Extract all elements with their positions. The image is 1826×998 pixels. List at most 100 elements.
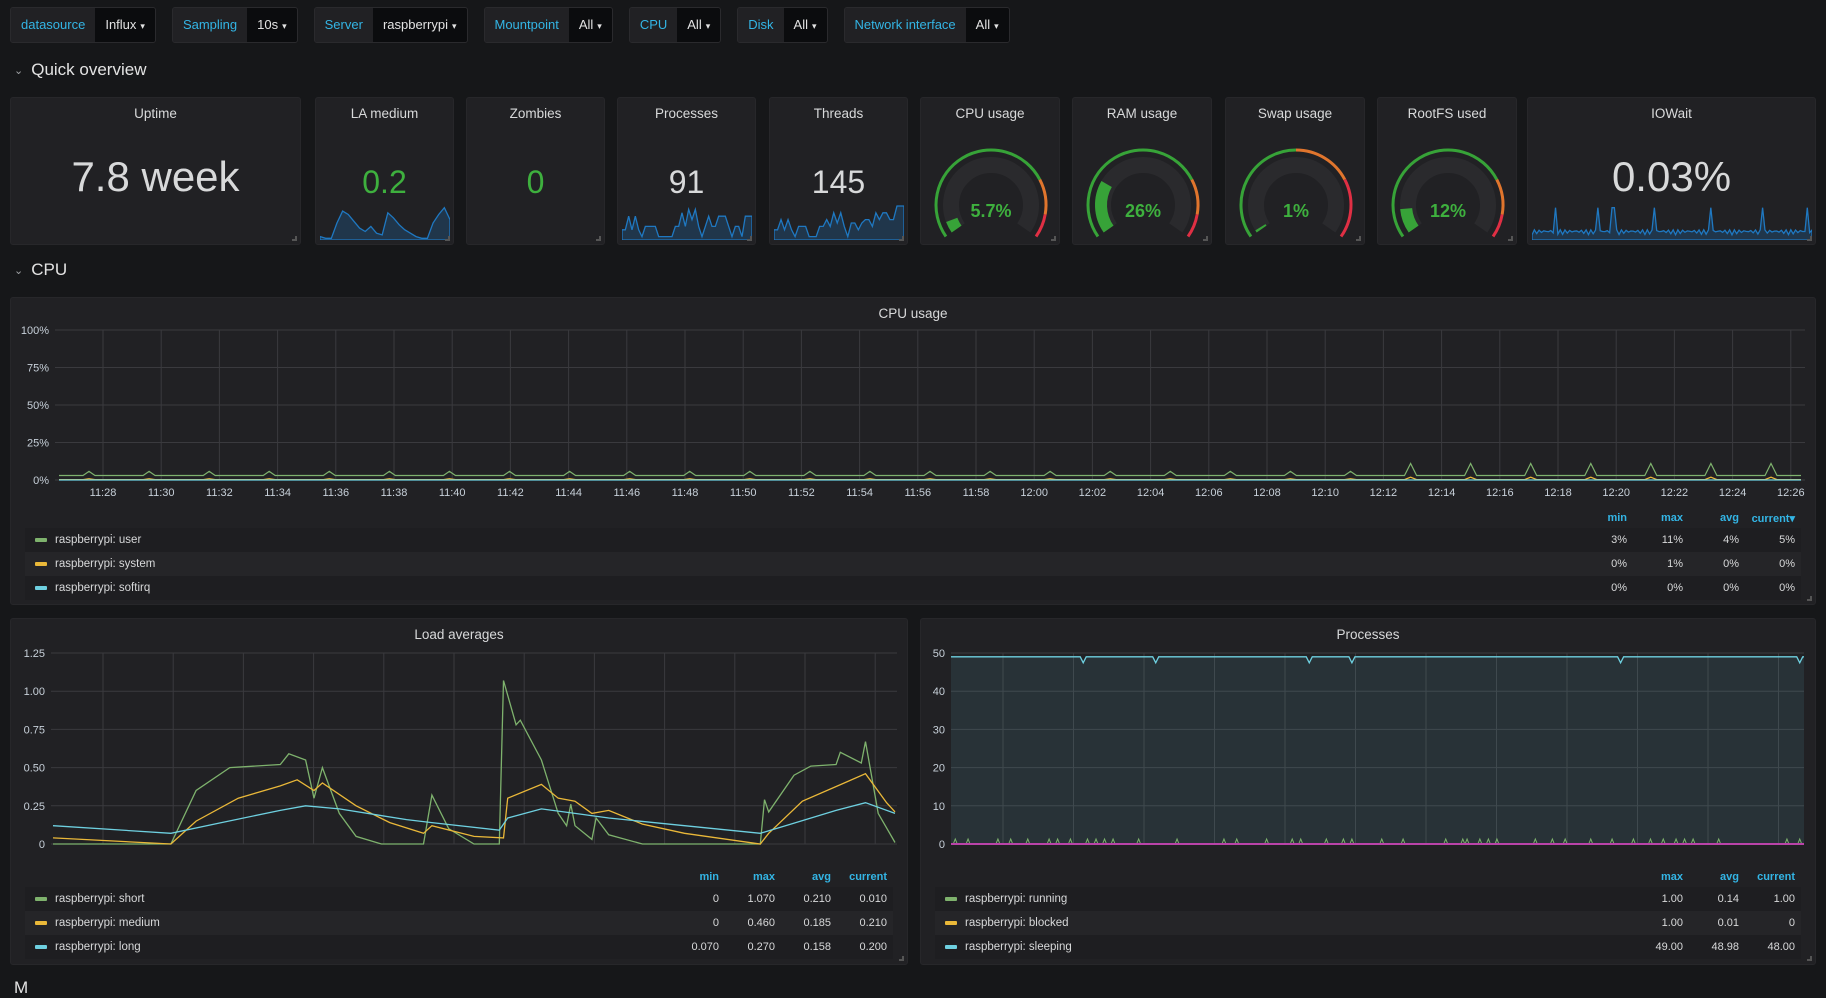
series-color-swatch[interactable] (35, 921, 47, 925)
gauge: 1% (1239, 148, 1353, 238)
row-title: Quick overview (31, 60, 147, 79)
series-name[interactable]: raspberrypi: running (965, 893, 1633, 905)
legend-row[interactable]: raspberrypi: sleeping 49.00 48.98 48.00 (935, 935, 1801, 959)
legend-row[interactable]: raspberrypi: softirq 0% 0% 0% 0% (25, 576, 1801, 600)
y-tick-label: 0% (33, 475, 49, 487)
resize-handle[interactable] (1807, 956, 1812, 961)
series-name[interactable]: raspberrypi: long (55, 941, 669, 953)
legend-value: 1.070 (747, 893, 775, 905)
variable-datasource: datasource Influx ▾ (10, 7, 156, 43)
legend-row[interactable]: raspberrypi: system 0% 1% 0% 0% (25, 552, 1801, 576)
resize-handle[interactable] (1807, 596, 1812, 601)
legend-column-avg[interactable]: avg (781, 871, 837, 883)
legend-column-min[interactable]: min (1577, 512, 1633, 524)
variable-disk: Disk All ▾ (737, 7, 828, 43)
legend-column-current[interactable]: current▾ (1745, 512, 1801, 525)
chevron-down-icon: ⌄ (14, 64, 24, 77)
stat-value: 0.03% (1611, 153, 1732, 200)
caret-down-icon: ▾ (705, 21, 711, 31)
legend-row[interactable]: raspberrypi: short 0 1.070 0.210 0.010 (25, 887, 893, 911)
legend-column-max[interactable]: max (1633, 871, 1689, 883)
variable-dropdown[interactable]: raspberrypi ▾ (372, 8, 467, 42)
series-color-swatch[interactable] (35, 586, 47, 590)
sparkline (774, 205, 904, 240)
chart-legend: max avg current raspberrypi: running 1.00 0.1… (935, 867, 1801, 959)
variable-label: Sampling (172, 8, 248, 42)
x-tick-label: 11:45 (1201, 851, 1228, 852)
series-name[interactable]: raspberrypi: sleeping (965, 941, 1633, 953)
legend-column-avg[interactable]: avg (1689, 512, 1745, 524)
legend-column-max[interactable]: max (1633, 512, 1689, 524)
row-header-quick-overview[interactable]: ⌄ Quick overview (14, 60, 146, 80)
legend-column-min[interactable]: min (669, 871, 725, 883)
legend-row[interactable]: raspberrypi: medium 0 0.460 0.185 0.210 (25, 911, 893, 935)
legend-row[interactable]: raspberrypi: blocked 1.00 0.01 0 (935, 911, 1801, 935)
series-name[interactable]: raspberrypi: user (55, 534, 1577, 546)
variable-dropdown[interactable]: 10s ▾ (247, 8, 297, 42)
stat-panel-processes: Processes 91 (617, 97, 756, 245)
legend-column-current[interactable]: current (837, 871, 893, 883)
x-tick-label: 11:58 (963, 487, 990, 499)
series-name[interactable]: raspberrypi: medium (55, 917, 669, 929)
series-color-swatch[interactable] (945, 897, 957, 901)
legend-header: max avg current (935, 867, 1801, 887)
panel-title: Processes (654, 106, 719, 121)
row-header-next[interactable]: M (14, 978, 28, 998)
series-name[interactable]: raspberrypi: softirq (55, 582, 1577, 594)
series-color-swatch[interactable] (945, 945, 957, 949)
row-header-cpu[interactable]: ⌄ CPU (14, 260, 67, 280)
legend-value: 0 (1788, 917, 1795, 929)
x-tick-label: 11:54 (846, 487, 873, 499)
x-tick-label: 12:10 (651, 851, 679, 852)
x-tick-label: 12:12 (1370, 487, 1398, 499)
resize-handle[interactable] (1051, 236, 1056, 241)
variable-dropdown[interactable]: All ▾ (568, 8, 612, 42)
variable-dropdown[interactable]: All ▾ (677, 8, 721, 42)
legend-row[interactable]: raspberrypi: running 1.00 0.14 1.00 (935, 887, 1801, 911)
gauge: 26% (1086, 148, 1200, 238)
series-name[interactable]: raspberrypi: system (55, 558, 1577, 570)
x-tick-label: 11:40 (230, 851, 257, 852)
variable-label: datasource (11, 8, 96, 42)
x-tick-label: 12:05 (1483, 851, 1511, 852)
legend-column-avg[interactable]: avg (1689, 871, 1745, 883)
series-color-swatch[interactable] (35, 945, 47, 949)
variable-mountpoint: Mountpoint All ▾ (483, 7, 613, 43)
variable-dropdown[interactable]: All ▾ (783, 8, 827, 42)
series-color-swatch[interactable] (945, 921, 957, 925)
resize-handle[interactable] (1807, 236, 1812, 241)
variable-value: All (975, 17, 991, 32)
sort-caret-icon: ▾ (1789, 512, 1795, 525)
resize-handle[interactable] (1356, 236, 1361, 241)
x-tick-label: 12:26 (1777, 487, 1805, 499)
variable-dropdown[interactable]: All ▾ (965, 8, 1009, 42)
x-tick-label: 11:55 (1342, 851, 1369, 852)
series-name[interactable]: raspberrypi: blocked (965, 917, 1633, 929)
legend-column-max[interactable]: max (725, 871, 781, 883)
resize-handle[interactable] (1203, 236, 1208, 241)
resize-handle[interactable] (899, 236, 904, 241)
resize-handle[interactable] (596, 236, 601, 241)
legend-value: 0% (1611, 582, 1627, 594)
resize-handle[interactable] (445, 236, 450, 241)
panel-title: CPU usage (878, 306, 948, 321)
series-name[interactable]: raspberrypi: short (55, 893, 669, 905)
series-color-swatch[interactable] (35, 562, 47, 566)
variable-label: Network interface (844, 8, 966, 42)
legend-row[interactable]: raspberrypi: user 3% 11% 4% 5% (25, 528, 1801, 552)
legend-row[interactable]: raspberrypi: long 0.070 0.270 0.158 0.200 (25, 935, 893, 959)
row-title: M (14, 978, 29, 997)
resize-handle[interactable] (1508, 236, 1513, 241)
caret-down-icon: ▾ (451, 21, 457, 31)
legend-column-current[interactable]: current (1745, 871, 1801, 883)
resize-handle[interactable] (292, 236, 297, 241)
chart-legend: min max avg current▾ raspberrypi: user 3% 11% 4… (25, 508, 1801, 600)
gauge-threshold-red (1491, 214, 1504, 238)
resize-handle[interactable] (899, 956, 904, 961)
series-color-swatch[interactable] (35, 897, 47, 901)
variable-dropdown[interactable]: Influx ▾ (95, 8, 155, 42)
resize-handle[interactable] (747, 236, 752, 241)
x-tick-label: 12:14 (1428, 487, 1456, 499)
y-tick-label: 0.75 (24, 724, 45, 736)
series-color-swatch[interactable] (35, 538, 47, 542)
